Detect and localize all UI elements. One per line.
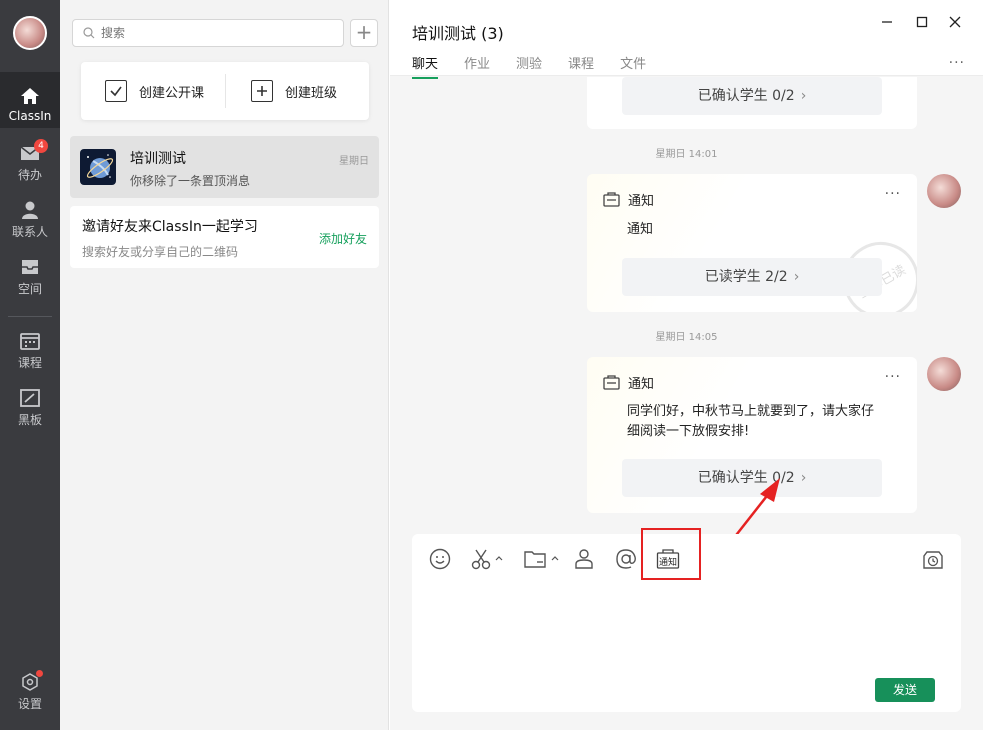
plus-box-icon: [251, 80, 273, 102]
screenshot-button[interactable]: [470, 546, 504, 572]
minimize-icon[interactable]: [877, 14, 897, 34]
chat-header: 培训测试 (3) 聊天 作业 测验 课程 文件 ···: [390, 0, 983, 79]
read-status-button[interactable]: 已读学生 2/2 ›: [622, 258, 882, 296]
rail-item-classin[interactable]: ClassIn: [0, 72, 60, 128]
at-icon: [616, 549, 636, 569]
folder-icon: [524, 551, 559, 568]
space-icon: [22, 260, 38, 274]
conversation-preview: 你移除了一条置顶消息: [130, 174, 251, 188]
rail-label-blackboard: 黑板: [17, 413, 42, 427]
emoji-icon: [429, 548, 451, 570]
sender-avatar[interactable]: [927, 357, 961, 391]
compose-box[interactable]: 通知 发送: [412, 528, 961, 712]
tab-files[interactable]: 文件: [620, 53, 646, 79]
tab-course[interactable]: 课程: [568, 53, 594, 79]
invite-card: 邀请好友来ClassIn一起学习 搜索好友或分享自己的二维码 添加好友: [70, 206, 379, 268]
todo-badge: 4: [34, 139, 48, 153]
rail-divider: [8, 316, 52, 317]
sender-avatar[interactable]: [927, 174, 961, 208]
message-body: 同学们好，中秋节马上就要到了，请大家仔细阅读一下放假安排!: [627, 404, 875, 439]
settings-notification-dot: [36, 670, 43, 677]
status-text: 已读学生 2/2: [704, 269, 788, 285]
user-avatar[interactable]: [13, 16, 47, 50]
timestamp: 星期日 14:01: [655, 149, 718, 160]
conversation-name: 培训测试: [130, 151, 186, 167]
create-class-button[interactable]: 创建班级: [251, 80, 337, 102]
scissors-icon: [471, 549, 503, 570]
contact-icon: [22, 201, 38, 219]
confirm-status-button[interactable]: 已确认学生 0/2 ›: [622, 77, 882, 115]
message-more-icon[interactable]: ···: [885, 186, 901, 202]
tab-chat[interactable]: 聊天: [412, 53, 439, 79]
notice-type-label: 通知: [628, 377, 655, 392]
rail-label-settings: 设置: [17, 697, 42, 711]
timestamp: 星期日 14:05: [655, 332, 718, 343]
chat-area: 培训测试 (3) 聊天 作业 测验 课程 文件 ··· 已确认学生 0/2 › 星…: [390, 0, 983, 730]
rail-item-contacts[interactable]: 联系人: [0, 200, 60, 240]
rail-label-contacts: 联系人: [11, 225, 48, 239]
create-public-course-button[interactable]: 创建公开课: [105, 80, 204, 102]
create-card: 创建公开课 创建班级: [81, 62, 369, 120]
invite-title: 邀请好友来ClassIn一起学习: [82, 219, 258, 235]
more-options-icon[interactable]: ···: [949, 55, 965, 71]
chevron-right-icon: ›: [800, 88, 807, 104]
chat-title: 培训测试 (3): [412, 24, 504, 43]
checkbox-icon: [105, 80, 127, 102]
clock-icon: [923, 551, 943, 569]
blackboard-icon: [20, 389, 40, 407]
message-body: 通知: [627, 222, 654, 237]
notice-header: 通知: [603, 373, 654, 392]
tab-quiz[interactable]: 测验: [516, 53, 542, 79]
invite-subtitle: 搜索好友或分享自己的二维码: [82, 245, 239, 259]
home-icon: [21, 88, 39, 104]
maximize-icon[interactable]: [912, 14, 932, 34]
chevron-right-icon: ›: [800, 470, 807, 486]
add-friend-link[interactable]: 添加好友: [319, 230, 367, 247]
status-text: 已确认学生 0/2: [697, 88, 795, 104]
rail-item-blackboard[interactable]: 黑板: [0, 388, 60, 428]
mention-button[interactable]: [615, 546, 637, 572]
search-icon: [83, 27, 95, 39]
calendar-icon: [20, 333, 40, 350]
group-avatar: [80, 149, 116, 185]
add-button[interactable]: +: [350, 19, 378, 47]
conversation-time: 星期日: [339, 156, 369, 167]
search-box[interactable]: [72, 19, 344, 47]
send-button[interactable]: 发送: [875, 678, 935, 702]
notice-icon: [603, 192, 620, 207]
message-card: 通知 ··· 通知 全部已读 已读学生 2/2›: [587, 174, 917, 312]
notice-type-label: 通知: [628, 194, 655, 209]
close-icon[interactable]: [945, 14, 965, 34]
search-input[interactable]: [101, 20, 331, 46]
emoji-button[interactable]: [429, 546, 451, 572]
rail-label-course: 课程: [17, 356, 42, 370]
rail-item-space[interactable]: 空间: [0, 257, 60, 297]
contact-card-button[interactable]: [574, 546, 594, 572]
left-rail: ClassIn 4 待办 联系人 空间 课程 黑板 设置: [0, 0, 60, 730]
rail-label-classin: ClassIn: [8, 109, 52, 123]
conversation-item[interactable]: 培训测试 你移除了一条置顶消息 星期日: [70, 136, 379, 198]
history-button[interactable]: [922, 546, 944, 572]
rail-item-course[interactable]: 课程: [0, 331, 60, 371]
conversation-panel: + 创建公开课 创建班级 培训测试 你移除了一条置顶消息 星期日 邀请好友来Cl…: [60, 0, 389, 730]
create-class-label: 创建班级: [285, 85, 338, 101]
file-button[interactable]: [524, 546, 560, 572]
person-icon: [575, 549, 593, 569]
create-card-divider: [225, 74, 226, 108]
rail-item-settings[interactable]: 设置: [0, 670, 60, 712]
rail-label-todo: 待办: [17, 168, 42, 182]
chat-tabs: 聊天 作业 测验 课程 文件: [412, 53, 672, 79]
rail-label-space: 空间: [17, 282, 42, 296]
tab-homework[interactable]: 作业: [464, 53, 490, 79]
chevron-right-icon: ›: [793, 269, 800, 285]
create-public-course-label: 创建公开课: [139, 85, 205, 101]
notice-header: 通知: [603, 190, 654, 209]
notice-icon: [603, 375, 620, 390]
rail-item-todo[interactable]: 4 待办: [0, 139, 60, 183]
message-more-icon[interactable]: ···: [885, 369, 901, 385]
highlight-box: [641, 528, 701, 580]
message-card: 已确认学生 0/2 ›: [587, 77, 917, 129]
